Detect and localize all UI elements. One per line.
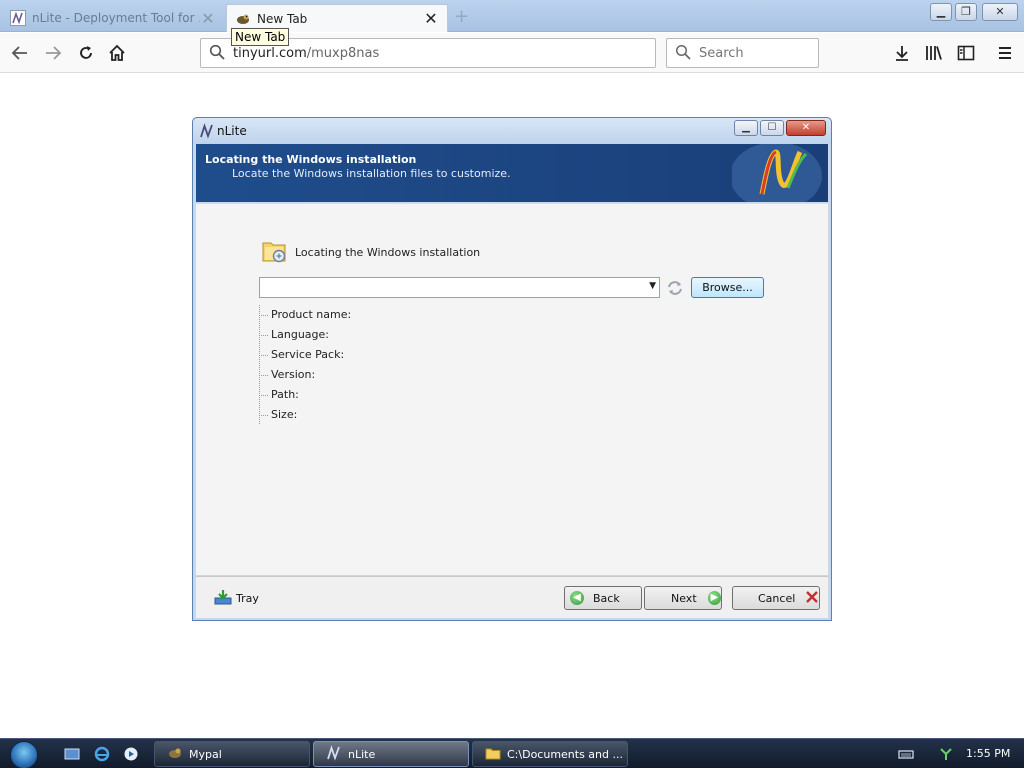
window-minimize-button[interactable]: ▁ (930, 3, 952, 21)
url-path: /muxp8nas (306, 45, 380, 61)
library-icon[interactable] (922, 41, 946, 65)
tab-label: New Tab (257, 11, 308, 26)
taskbar-item-explorer[interactable]: C:\Documents and ... (472, 741, 628, 767)
tab-close-icon[interactable]: ✕ (423, 9, 439, 28)
menu-hamburger-icon[interactable] (993, 41, 1017, 65)
nlite-window: nLite ▁ ☐ ✕ Locating the Windows install… (192, 117, 832, 621)
tray-label: Tray (236, 592, 259, 605)
tab-close-icon[interactable]: ✕ (200, 9, 216, 28)
show-desktop-icon[interactable] (64, 746, 80, 762)
search-icon (675, 44, 691, 63)
info-version: Version: (259, 365, 459, 385)
forward-arrow-icon[interactable] (41, 41, 65, 65)
back-arrow-icon[interactable] (8, 41, 32, 65)
tab-strip: nLite - Deployment Tool for ... ✕ New Ta… (0, 0, 1024, 32)
window-restore-button[interactable]: ❐ (955, 3, 977, 21)
info-size: Size: (259, 405, 459, 425)
nlite-title-bar[interactable]: nLite ▁ ☐ ✕ (193, 118, 831, 144)
nlite-favicon-icon (10, 10, 26, 26)
info-language: Language: (259, 325, 459, 345)
info-product-name: Product name: (259, 305, 459, 325)
media-player-icon[interactable] (123, 746, 139, 762)
header-subtitle: Locate the Windows installation files to… (232, 167, 511, 180)
nlite-minimize-button[interactable]: ▁ (734, 120, 758, 136)
window-close-button[interactable]: ✕ (982, 3, 1018, 21)
search-bar[interactable] (666, 38, 819, 68)
download-icon[interactable] (890, 41, 914, 65)
sidebar-icon[interactable] (954, 41, 978, 65)
taskbar-item-nlite[interactable]: nLite (313, 741, 469, 767)
search-icon (209, 44, 225, 63)
folder-search-icon (261, 237, 289, 265)
url-text: tinyurl.com/muxp8nas (233, 46, 379, 61)
network-icon[interactable] (938, 746, 954, 762)
nlite-app-icon (199, 123, 215, 142)
taskbar-item-label: C:\Documents and ... (507, 747, 623, 761)
keyboard-icon[interactable] (898, 746, 914, 762)
nlite-logo-icon (730, 142, 828, 210)
cancel-x-icon (805, 590, 819, 607)
mypal-favicon-icon (235, 11, 251, 27)
search-input[interactable] (699, 45, 809, 61)
taskbar-item-mypal[interactable]: Mypal (154, 741, 310, 767)
wizard-header: Locating the Windows installation Locate… (196, 142, 828, 210)
tray-icon (214, 589, 232, 608)
wizard-footer: Tray ◀ Back Next ▶ Cancel (196, 576, 828, 618)
installation-path-dropdown[interactable]: ▼ (259, 277, 660, 298)
tab-label: nLite - Deployment Tool for ... (32, 11, 200, 25)
internet-explorer-icon[interactable] (94, 746, 110, 762)
next-arrow-icon: ▶ (707, 591, 721, 605)
tab-nlite[interactable]: nLite - Deployment Tool for ... ✕ (2, 4, 224, 32)
start-button[interactable] (10, 741, 38, 768)
chevron-down-icon: ▼ (649, 281, 656, 291)
wizard-body: Locating the Windows installation ▼ Brow… (196, 203, 828, 575)
info-path: Path: (259, 385, 459, 405)
browse-button[interactable]: Browse... (691, 277, 764, 298)
navigation-bar: tinyurl.com/muxp8nas (0, 33, 1024, 73)
nlite-close-button[interactable]: ✕ (786, 120, 826, 136)
reload-icon[interactable] (74, 41, 98, 65)
tray-button[interactable]: Tray (214, 589, 259, 608)
back-arrow-icon: ◀ (570, 591, 584, 605)
back-label: Back (593, 591, 620, 605)
taskbar: Mypal nLite C:\Documents and ... 1:55 PM (0, 738, 1024, 768)
tab-tooltip: New Tab (231, 28, 290, 46)
nlite-window-title: nLite (217, 124, 247, 138)
nlite-app-icon (326, 744, 342, 764)
nlite-maximize-button[interactable]: ☐ (760, 120, 784, 136)
home-icon[interactable] (105, 41, 129, 65)
header-title: Locating the Windows installation (205, 153, 417, 166)
next-button[interactable]: Next ▶ (644, 586, 722, 610)
new-tab-plus-icon[interactable]: + (454, 6, 469, 27)
system-clock[interactable]: 1:55 PM (966, 747, 1010, 760)
info-service-pack: Service Pack: (259, 345, 459, 365)
mypal-icon (167, 745, 183, 764)
section-label: Locating the Windows installation (295, 246, 481, 259)
back-button[interactable]: ◀ Back (564, 586, 642, 610)
taskbar-item-label: Mypal (189, 747, 222, 761)
next-label: Next (671, 591, 697, 605)
taskbar-item-label: nLite (348, 747, 376, 761)
installation-info-tree: Product name: Language: Service Pack: Ve… (259, 305, 459, 425)
refresh-icon[interactable] (666, 279, 684, 297)
cancel-label: Cancel (758, 591, 796, 605)
cancel-button[interactable]: Cancel (732, 586, 820, 610)
folder-icon (485, 745, 501, 764)
url-host: tinyurl.com (233, 45, 307, 61)
